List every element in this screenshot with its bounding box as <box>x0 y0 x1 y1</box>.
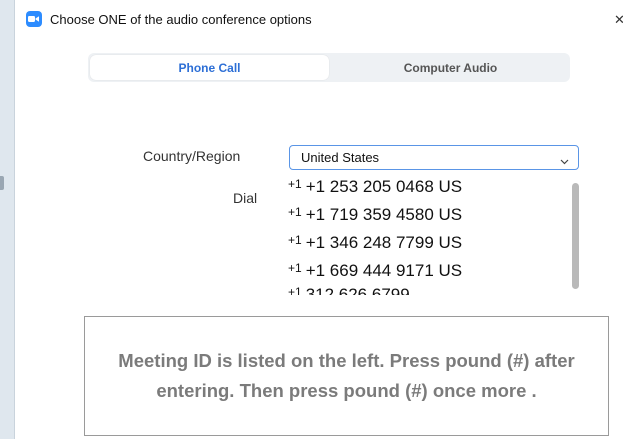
country-region-value: United States <box>301 150 380 165</box>
dial-label: Dial <box>233 190 258 206</box>
instruction-callout: Meeting ID is listed on the left. Press … <box>84 316 609 436</box>
close-icon[interactable]: ✕ <box>614 12 623 28</box>
title-bar: Choose ONE of the audio conference optio… <box>15 0 623 38</box>
dial-prefix: +1 <box>288 233 302 247</box>
instruction-text: Meeting ID is listed on the left. Press … <box>118 350 575 401</box>
zoom-camera-icon <box>26 11 42 27</box>
dial-number-row[interactable]: +1 +1 719 359 4580 US <box>288 205 462 225</box>
background-window-edge <box>0 176 4 190</box>
dial-prefix: +1 <box>288 261 302 275</box>
dial-prefix: +1 <box>288 205 302 219</box>
dial-number: +1 346 248 7799 US <box>305 233 463 252</box>
background-window-strip <box>0 0 14 439</box>
chevron-down-icon <box>560 153 569 168</box>
dial-prefix: +1 <box>288 285 302 295</box>
dial-number-row[interactable]: +1 +1 253 205 0468 US <box>288 177 462 197</box>
country-region-select[interactable]: United States <box>289 145 579 170</box>
dialog-title: Choose ONE of the audio conference optio… <box>50 11 312 27</box>
dial-prefix: +1 <box>288 177 302 191</box>
audio-tabs: Phone Call Computer Audio <box>88 53 570 82</box>
dial-number: +1 719 359 4580 US <box>305 205 463 224</box>
tab-computer-audio[interactable]: Computer Audio <box>331 53 570 82</box>
dial-number: 312 626 6799 <box>305 285 410 295</box>
dial-number-row[interactable]: +1 +1 669 444 9171 US <box>288 261 462 281</box>
dial-number-row[interactable]: +1 +1 346 248 7799 US <box>288 233 462 253</box>
dial-number: +1 669 444 9171 US <box>305 261 463 280</box>
dial-number: +1 253 205 0468 US <box>305 177 463 196</box>
dial-number-row[interactable]: +1 312 626 6799 <box>288 285 410 295</box>
country-region-label: Country/Region <box>143 148 241 164</box>
tab-phone-call[interactable]: Phone Call <box>90 55 329 80</box>
dial-number-list[interactable]: +1 +1 253 205 0468 US +1 +1 719 359 4580 U… <box>288 175 584 295</box>
dial-list-scrollbar[interactable] <box>572 183 579 289</box>
